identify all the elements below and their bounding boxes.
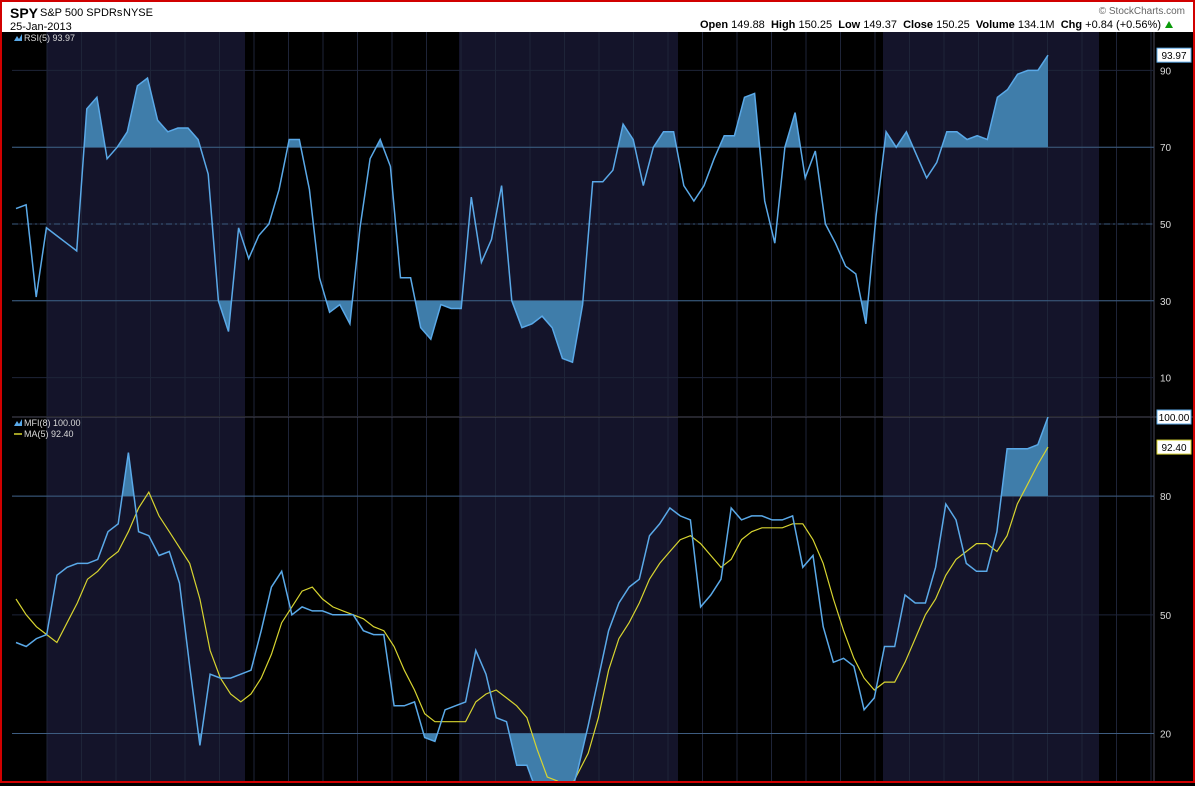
rsi-legend: RSI(5) 93.97: [24, 33, 75, 43]
chg-label: Chg: [1060, 19, 1083, 31]
chart-frame: SPY S&P 500 SPDRs NYSE 25-Jan-2013 © Sto…: [0, 0, 1195, 786]
open-value: 149.88: [731, 19, 765, 31]
month-band: [883, 417, 1099, 781]
indicator-chart-area: 10 30 50 70 90 20 50 80 93.97 100.00 92.40 RSI(5) 9…: [2, 32, 1193, 786]
high-label: High: [770, 19, 796, 31]
rsi-last-value: 93.97: [1161, 51, 1186, 62]
y-tick-label: 50: [1160, 220, 1172, 231]
low-value: 149.37: [863, 19, 897, 31]
y-tick-label: 10: [1160, 374, 1172, 385]
mfi-legend: MFI(8) 100.00: [24, 418, 81, 428]
indicator-chart-svg: 10 30 50 70 90 20 50 80 93.97 100.00 92.40 RSI(5) 9…: [2, 32, 1193, 786]
y-tick-label: 30: [1160, 297, 1172, 308]
high-value: 150.25: [798, 19, 833, 31]
exchange-label: NYSE: [123, 7, 153, 19]
month-band: [47, 417, 245, 781]
security-name: S&P 500 SPDRs: [40, 7, 123, 19]
volume-value: 134.1M: [1017, 19, 1055, 31]
y-tick-label: 90: [1160, 66, 1172, 77]
ma-legend: MA(5) 92.40: [24, 429, 74, 439]
y-tick-label: 50: [1160, 611, 1172, 622]
volume-label: Volume: [975, 19, 1015, 31]
copyright-notice: © StockCharts.com: [1098, 6, 1185, 17]
y-tick-label: 20: [1160, 730, 1172, 741]
quote-bar: Open 149.88 High 150.25 Low 149.37 Close…: [700, 19, 1161, 31]
close-label: Close: [903, 19, 934, 31]
month-band: [459, 417, 678, 781]
open-label: Open: [699, 19, 729, 31]
mfi-last-value: 100.00: [1159, 413, 1190, 424]
up-arrow-icon: [1165, 21, 1173, 28]
chg-value: +0.84 (+0.56%): [1085, 19, 1161, 31]
chart-header: SPY S&P 500 SPDRs NYSE 25-Jan-2013 © Sto…: [2, 2, 1193, 33]
ma-last-value: 92.40: [1161, 443, 1186, 454]
y-tick-label: 80: [1160, 492, 1172, 503]
close-value: 150.25: [936, 19, 970, 31]
y-tick-label: 70: [1160, 143, 1172, 154]
low-label: Low: [838, 19, 861, 31]
ticker-symbol: SPY: [10, 5, 39, 21]
